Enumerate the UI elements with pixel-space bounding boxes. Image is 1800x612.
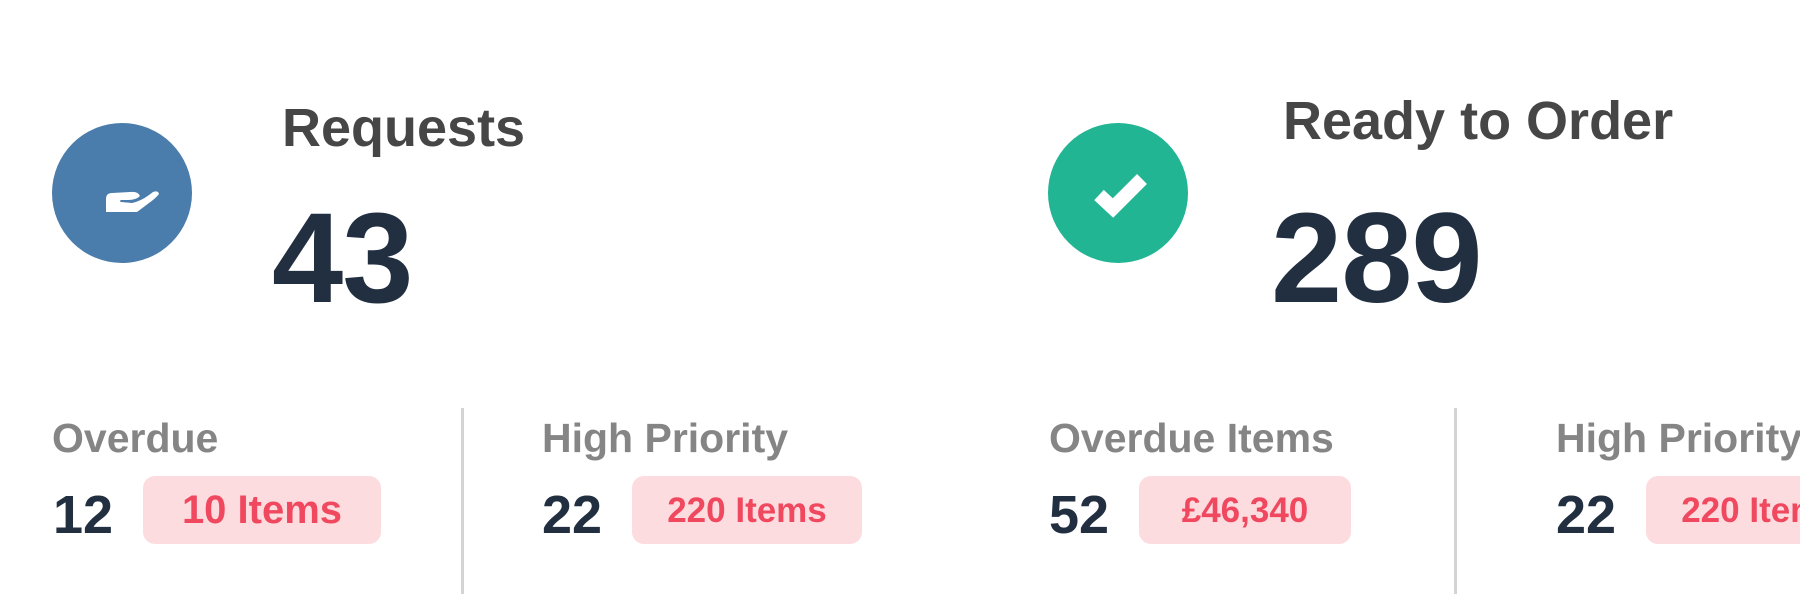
stat-divider	[1454, 408, 1457, 594]
high-priority-count: 22	[1556, 485, 1617, 545]
overdue-count: 12	[53, 485, 114, 545]
high-priority-items-badge: 220 Items	[1646, 476, 1800, 544]
high-priority-label: High Priority	[542, 415, 789, 461]
overdue-items-stat[interactable]: Overdue Items 52 £46,340	[1000, 0, 1455, 612]
ready-to-order-card[interactable]: Ready to Order 289 Overdue Items 52 £46,…	[1000, 0, 1800, 612]
requests-overdue-stat[interactable]: Overdue 12 10 Items	[0, 0, 460, 612]
overdue-items-value-badge: £46,340	[1139, 476, 1351, 544]
requests-high-priority-stat[interactable]: High Priority 22 220 Items	[470, 0, 1000, 612]
overdue-items-badge: 10 Items	[143, 476, 381, 544]
requests-card[interactable]: Requests 43 Overdue 12 10 Items High Pri…	[0, 0, 1000, 612]
high-priority-count: 22	[542, 485, 603, 545]
high-priority-label: High Priority	[1556, 415, 1800, 461]
overdue-label: Overdue	[52, 415, 219, 461]
overdue-items-label: Overdue Items	[1049, 415, 1334, 461]
ready-high-priority-stat[interactable]: High Priority 22 220 Items	[1460, 0, 1800, 612]
stat-divider	[461, 408, 464, 594]
overdue-items-count: 52	[1049, 485, 1110, 545]
high-priority-items-badge: 220 Items	[632, 476, 862, 544]
